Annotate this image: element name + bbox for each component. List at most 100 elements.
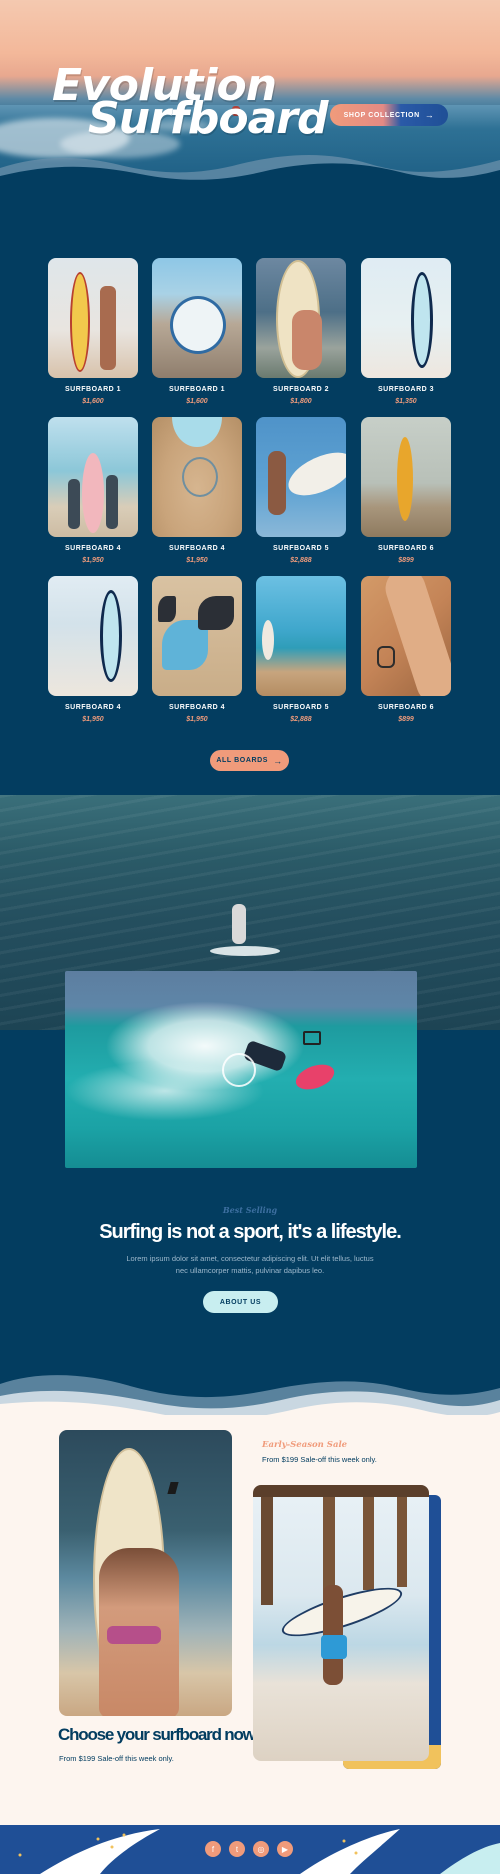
hero-banner: Evolution Surfboard SHOP COLLECTION → xyxy=(0,0,500,190)
surfboard-shape xyxy=(82,453,104,533)
about-us-button[interactable]: ABOUT US xyxy=(203,1291,278,1313)
product-name[interactable]: SURFBOARD 5 xyxy=(256,545,346,552)
product-card[interactable]: SURFBOARD 1 $1,600 xyxy=(48,258,138,405)
product-image[interactable] xyxy=(48,258,138,378)
all-boards-label: ALL BOARDS xyxy=(216,757,269,764)
person-figure xyxy=(106,475,118,529)
arrow-right-icon: → xyxy=(273,755,283,766)
board-logo xyxy=(167,1482,179,1494)
surfer-woman-photo xyxy=(59,1430,232,1716)
product-card[interactable]: SURFBOARD 3 $1,350 xyxy=(361,258,451,405)
person-figure xyxy=(68,479,80,529)
surfboard-shape xyxy=(70,272,90,372)
product-name[interactable]: SURFBOARD 2 xyxy=(256,386,346,393)
product-name[interactable]: SURFBOARD 4 xyxy=(152,545,242,552)
hero-wave-divider xyxy=(0,155,500,190)
pier-post xyxy=(363,1485,374,1590)
product-name[interactable]: SURFBOARD 4 xyxy=(152,704,242,711)
product-card[interactable]: SURFBOARD 4 $1,950 xyxy=(152,576,242,723)
product-card[interactable]: SURFBOARD 6 $899 xyxy=(361,417,451,564)
fin-shape xyxy=(198,596,234,630)
social-links: f t ◎ ▶ xyxy=(205,1841,293,1857)
facebook-icon[interactable]: f xyxy=(205,1841,221,1857)
product-price: $1,600 xyxy=(82,398,104,405)
product-image[interactable] xyxy=(256,258,346,378)
product-image[interactable] xyxy=(48,576,138,696)
foilboard-shape xyxy=(210,946,280,956)
rider-figure xyxy=(232,904,246,944)
product-image[interactable] xyxy=(256,576,346,696)
product-image[interactable] xyxy=(152,258,242,378)
arrow-right-icon: → xyxy=(424,110,435,120)
product-price: $1,950 xyxy=(82,716,104,723)
pier-post xyxy=(397,1485,407,1587)
product-price: $1,800 xyxy=(290,398,312,405)
person-figure xyxy=(268,451,286,515)
surfboard-shape xyxy=(282,443,346,505)
product-name[interactable]: SURFBOARD 6 xyxy=(361,545,451,552)
promo-section: Choose your surfboard now! From $199 Sal… xyxy=(0,1415,500,1825)
bikini-top xyxy=(107,1626,161,1644)
kite-bar xyxy=(303,1031,321,1045)
product-card[interactable]: SURFBOARD 5 $2,888 xyxy=(256,417,346,564)
product-name[interactable]: SURFBOARD 5 xyxy=(256,704,346,711)
product-card[interactable]: SURFBOARD 4 $1,950 xyxy=(152,417,242,564)
pier-post xyxy=(261,1485,273,1605)
product-image[interactable] xyxy=(361,258,451,378)
surfboard-shape xyxy=(172,417,222,447)
about-eyebrow: Best Selling xyxy=(222,1205,278,1215)
promo-eyebrow: Early-Season Sale xyxy=(262,1440,348,1450)
product-name[interactable]: SURFBOARD 4 xyxy=(48,545,138,552)
product-image[interactable] xyxy=(256,417,346,537)
product-price: $1,600 xyxy=(186,398,208,405)
arm-shape xyxy=(380,576,451,696)
product-card[interactable]: SURFBOARD 6 $899 xyxy=(361,576,451,723)
product-image[interactable] xyxy=(361,417,451,537)
person-figure xyxy=(292,310,322,370)
product-card[interactable]: SURFBOARD 1 $1,600 xyxy=(152,258,242,405)
youtube-icon[interactable]: ▶ xyxy=(277,1841,293,1857)
product-price: $2,888 xyxy=(290,557,312,564)
pier-post xyxy=(323,1485,335,1595)
product-name[interactable]: SURFBOARD 6 xyxy=(361,704,451,711)
product-image[interactable] xyxy=(48,417,138,537)
product-name[interactable]: SURFBOARD 1 xyxy=(152,386,242,393)
surfboard-shape xyxy=(397,437,413,521)
about-body-line2: nec ullamcorper mattis, pulvinar dapibus… xyxy=(175,1266,325,1275)
footer: f t ◎ ▶ xyxy=(0,1825,500,1874)
leash-cord xyxy=(182,457,218,497)
kiteboard-shape xyxy=(292,1059,338,1095)
product-name[interactable]: SURFBOARD 4 xyxy=(48,704,138,711)
product-price: $2,888 xyxy=(290,716,312,723)
play-video-button[interactable] xyxy=(222,1053,256,1087)
product-grid-section: SURFBOARD 1 $1,600 SURFBOARD 1 $1,600 SU… xyxy=(0,190,500,795)
product-name[interactable]: SURFBOARD 3 xyxy=(361,386,451,393)
product-card[interactable]: SURFBOARD 4 $1,950 xyxy=(48,417,138,564)
person-figure xyxy=(100,286,116,370)
about-body-line1: Lorem ipsum dolor sit amet, consectetur … xyxy=(126,1254,374,1263)
product-price: $899 xyxy=(398,557,414,564)
product-card[interactable]: SURFBOARD 2 $1,800 xyxy=(256,258,346,405)
product-price: $1,950 xyxy=(186,716,208,723)
twitter-icon[interactable]: t xyxy=(229,1841,245,1857)
kitesurf-photo xyxy=(65,971,417,1168)
surfboard-shape xyxy=(100,590,122,682)
promo-right-text: From $199 Sale-off this week only. xyxy=(262,1455,377,1464)
board-shorts xyxy=(321,1635,347,1659)
all-boards-button[interactable]: ALL BOARDS → xyxy=(210,750,289,771)
product-name[interactable]: SURFBOARD 1 xyxy=(48,386,138,393)
product-image[interactable] xyxy=(152,576,242,696)
product-card[interactable]: SURFBOARD 5 $2,888 xyxy=(256,576,346,723)
pier-surfer-photo xyxy=(253,1485,429,1761)
about-heading: Surfing is not a sport, it's a lifestyle… xyxy=(99,1221,402,1243)
product-price: $1,350 xyxy=(395,398,417,405)
leash-cord xyxy=(377,646,395,668)
shop-collection-button[interactable]: SHOP COLLECTION → xyxy=(330,104,448,126)
product-image[interactable] xyxy=(361,576,451,696)
shop-collection-label: SHOP COLLECTION xyxy=(343,111,420,119)
product-price: $1,950 xyxy=(186,557,208,564)
product-image[interactable] xyxy=(152,417,242,537)
pier-deck xyxy=(253,1485,429,1497)
instagram-icon[interactable]: ◎ xyxy=(253,1841,269,1857)
product-card[interactable]: SURFBOARD 4 $1,950 xyxy=(48,576,138,723)
